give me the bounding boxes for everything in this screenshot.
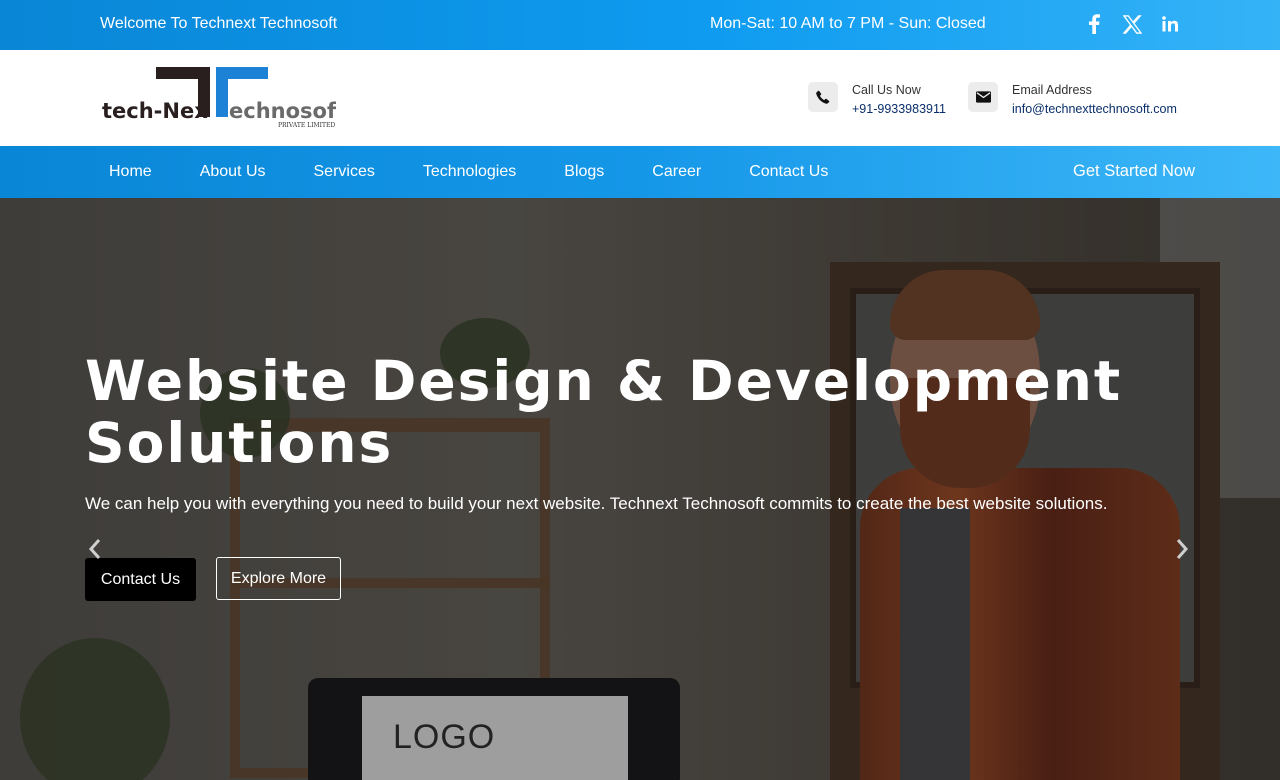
nav-item-services[interactable]: Services	[314, 163, 375, 181]
linkedin-icon[interactable]	[1160, 14, 1180, 34]
x-icon[interactable]	[1122, 14, 1142, 34]
envelope-icon	[968, 82, 998, 112]
logo-right-text: echnosoft	[229, 99, 336, 123]
business-hours: Mon-Sat: 10 AM to 7 PM - Sun: Closed	[710, 15, 986, 32]
company-logo[interactable]: tech-Nex echnosoft PRIVATE LIMITED	[100, 64, 346, 130]
main-nav: Home About Us Services Technologies Blog…	[0, 146, 1280, 198]
site-header: tech-Nex echnosoft PRIVATE LIMITED Call …	[0, 50, 1280, 146]
nav-item-contact[interactable]: Contact Us	[749, 163, 828, 181]
facebook-icon[interactable]	[1084, 14, 1104, 34]
nav-item-blogs[interactable]: Blogs	[564, 163, 604, 181]
phone-link[interactable]: +91-9933983911	[852, 98, 946, 120]
logo-tagline: PRIVATE LIMITED	[278, 122, 335, 129]
get-started-button[interactable]: Get Started Now	[1073, 162, 1195, 181]
logo-left-text: tech-Nex	[102, 99, 208, 123]
nav-item-about[interactable]: About Us	[200, 163, 266, 181]
chevron-left-icon[interactable]	[88, 534, 102, 568]
phone-icon	[808, 82, 838, 112]
call-contact: Call Us Now +91-9933983911	[808, 82, 946, 120]
chevron-right-icon[interactable]	[1175, 534, 1189, 568]
nav-item-home[interactable]: Home	[109, 163, 152, 181]
nav-item-technologies[interactable]: Technologies	[423, 163, 516, 181]
email-label: Email Address	[1012, 83, 1092, 97]
hero-subtitle: We can help you with everything you need…	[85, 494, 1108, 513]
top-bar: Welcome To Technext Technosoft Mon-Sat: …	[0, 0, 1280, 50]
email-link[interactable]: info@technexttechnosoft.com	[1012, 98, 1177, 120]
social-links	[1084, 14, 1180, 34]
nav-item-career[interactable]: Career	[652, 163, 701, 181]
hero-title: Website Design & Development Solutions	[85, 349, 1123, 475]
welcome-text: Welcome To Technext Technosoft	[100, 15, 338, 32]
email-contact: Email Address info@technexttechnosoft.co…	[968, 82, 1177, 120]
hero-overlay	[0, 198, 1280, 780]
hero-slider: LOGO Website Design & Development Soluti…	[0, 198, 1280, 780]
explore-more-button[interactable]: Explore More	[216, 557, 341, 600]
call-label: Call Us Now	[852, 83, 921, 97]
